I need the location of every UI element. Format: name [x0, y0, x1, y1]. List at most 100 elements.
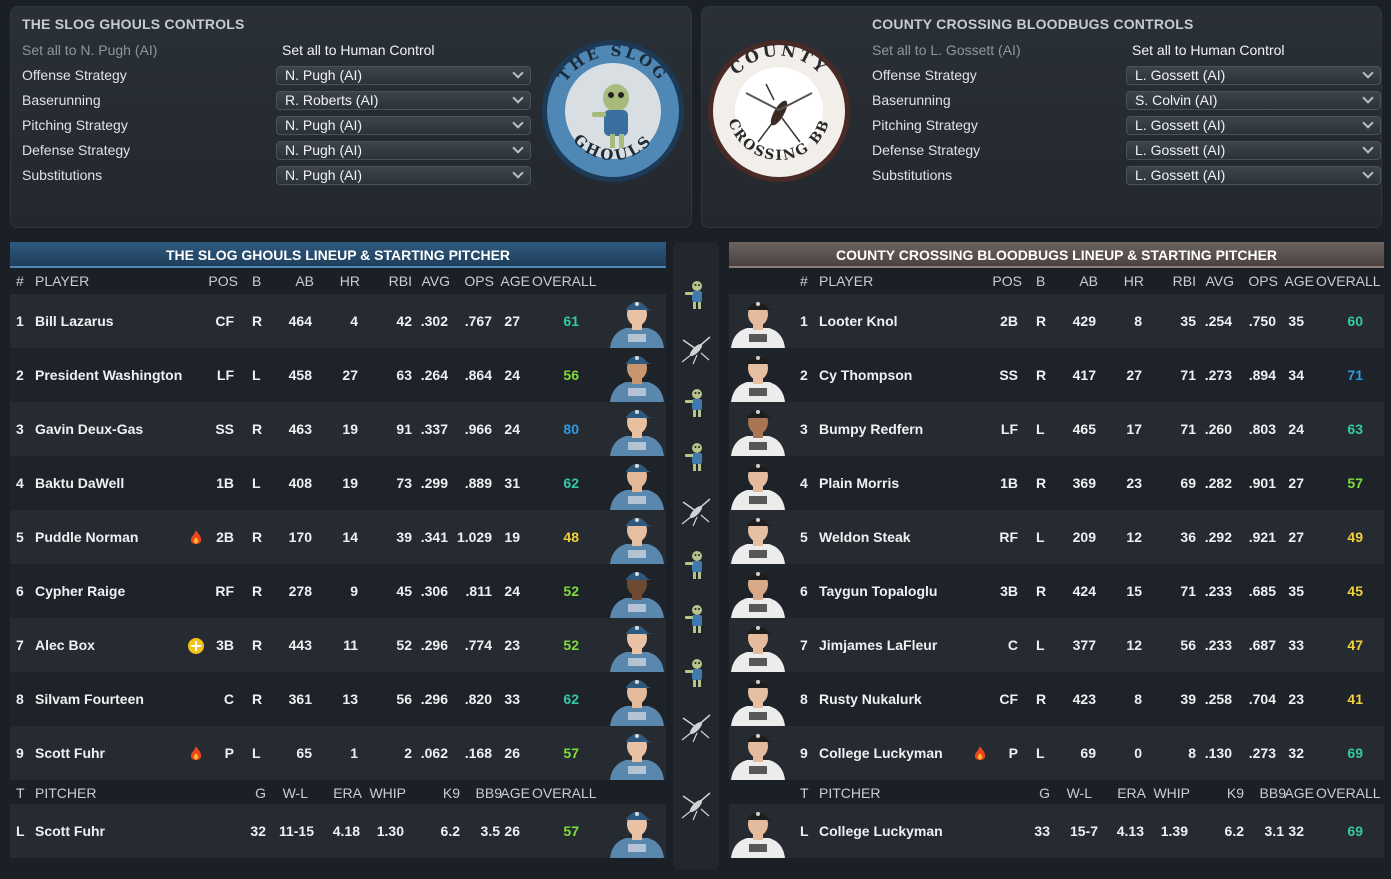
away_lineup-row-7-ab: 423 [1072, 691, 1096, 707]
table-row[interactable]: 4 Plain Morris 1B R 369 23 69 .282 .901 27 57 [729, 456, 1384, 510]
home_lineup-row-5-b: R [252, 583, 263, 599]
table-row[interactable]: 4 Baktu DaWell 1B L 408 19 73 .299 .889 31 62 [10, 456, 666, 510]
away_lineup-pitcher-header-whip[interactable]: WHIP [1150, 780, 1190, 806]
away_lineup-pitcher-header-t[interactable]: T [800, 780, 814, 806]
table-row[interactable]: 5 Weldon Steak RF L 209 12 36 .292 .921 27 49 [729, 510, 1384, 564]
away_lineup-pitcher-header-k9[interactable]: K9 [1214, 780, 1244, 806]
home_lineup-pitcher-header-t[interactable]: T [16, 780, 30, 806]
away_lineup-row-1-name: Cy Thompson [819, 367, 913, 383]
home_lineup-header-b[interactable]: B [252, 268, 266, 294]
table-row[interactable]: 1 Looter Knol 2B R 429 8 35 .254 .750 35 60 [729, 294, 1384, 348]
table-row[interactable]: 8 Rusty Nukalurk CF R 423 8 39 .258 .704 23 41 [729, 672, 1384, 726]
away_lineup-header-hr[interactable]: HR [1122, 268, 1144, 294]
home_lineup-pitcher-header-g[interactable]: G [248, 780, 266, 806]
home-set-all-human-button[interactable]: Set all to Human Control [282, 42, 435, 58]
away-set-all-ai-button[interactable]: Set all to L. Gossett (AI) [872, 42, 1021, 58]
away_controls-dropdown-0[interactable]: L. Gossett (AI) [1126, 66, 1381, 85]
home_lineup-header-hr[interactable]: HR [338, 268, 360, 294]
home_lineup-pitcher-row[interactable]: L Scott Fuhr 32 11-15 4.18 1.30 6.2 3.5 26 57 [10, 804, 666, 858]
away_lineup-row-0-avg: .254 [1204, 313, 1232, 329]
away_lineup-header-player[interactable]: PLAYER [819, 268, 899, 294]
ghoul-icon [679, 548, 713, 582]
home_lineup-row-3-pos: 1B [216, 475, 234, 491]
home_controls-dropdown-3[interactable]: N. Pugh (AI) [276, 141, 531, 160]
home_lineup-header-player[interactable]: PLAYER [35, 268, 115, 294]
away_lineup-row-2-age: 24 [1288, 421, 1304, 437]
home_lineup-header-ab[interactable]: AB [282, 268, 314, 294]
home-controls-title: THE SLOG GHOULS CONTROLS [22, 16, 245, 32]
away_lineup-pitcher-header-era[interactable]: ERA [1112, 780, 1146, 806]
table-row[interactable]: 3 Gavin Deux-Gas SS R 463 19 91 .337 .966 24 80 [10, 402, 666, 456]
away_lineup-pitcher-header-wl[interactable]: W-L [1062, 780, 1092, 806]
fire-icon [974, 746, 986, 762]
away_lineup-header-avg[interactable]: AVG [1198, 268, 1234, 294]
home_lineup-pitcher-header-era[interactable]: ERA [328, 780, 362, 806]
home_controls-dropdown-4[interactable]: N. Pugh (AI) [276, 166, 531, 185]
home_lineup-header-age[interactable]: AGE [496, 268, 530, 294]
away_lineup-pitcher-header-overall[interactable]: OVERALL [1316, 780, 1381, 806]
away_lineup-pitcher-overall: 69 [1347, 823, 1363, 839]
table-row[interactable]: 8 Silvam Fourteen C R 361 13 56 .296 .820 33 62 [10, 672, 666, 726]
home_lineup-pitcher-age: 26 [504, 823, 520, 839]
away_lineup-header-ops[interactable]: OPS [1242, 268, 1278, 294]
home_lineup-pitcher-header-k9[interactable]: K9 [430, 780, 460, 806]
home_lineup-pitcher-overall: 57 [563, 823, 579, 839]
table-row[interactable]: 2 President Washington LF L 458 27 63 .264 .864 2… [10, 348, 666, 402]
home_lineup-pitcher-header-overall[interactable]: OVERALL [532, 780, 597, 806]
away_lineup-row-2-avg: .260 [1204, 421, 1232, 437]
away_controls-label-0: Offense Strategy [872, 67, 977, 83]
table-row[interactable]: 2 Cy Thompson SS R 417 27 71 .273 .894 34 71 [729, 348, 1384, 402]
away_lineup-header-age[interactable]: AGE [1280, 268, 1314, 294]
home_controls-dropdown-2[interactable]: N. Pugh (AI) [276, 116, 531, 135]
table-row[interactable]: 1 Bill Lazarus CF R 464 4 42 .302 .767 27 61 [10, 294, 666, 348]
table-row[interactable]: 3 Bumpy Redfern LF L 465 17 71 .260 .803 24 63 [729, 402, 1384, 456]
home_lineup-row-4-hr: 14 [342, 529, 358, 545]
home_lineup-row-2-rbi: 91 [396, 421, 412, 437]
home_controls-dropdown-1[interactable]: R. Roberts (AI) [276, 91, 531, 110]
home_controls-dropdown-0[interactable]: N. Pugh (AI) [276, 66, 531, 85]
home_lineup-pitcher-header-pitcher[interactable]: PITCHER [35, 780, 115, 806]
away-set-all-human-button[interactable]: Set all to Human Control [1132, 42, 1285, 58]
away_lineup-header-overall[interactable]: OVERALL [1316, 268, 1381, 294]
away_lineup-row-2-ab: 465 [1072, 421, 1096, 437]
home_lineup-header-ops[interactable]: OPS [458, 268, 494, 294]
away_lineup-header-pos[interactable]: POS [990, 268, 1022, 294]
away_lineup-header-rbi[interactable]: RBI [1164, 268, 1196, 294]
home_lineup-pitcher-header-age[interactable]: AGE [496, 780, 530, 806]
away_controls-dropdown-1[interactable]: S. Colvin (AI) [1126, 91, 1381, 110]
home_lineup-header-overall[interactable]: OVERALL [532, 268, 597, 294]
away_lineup-pitcher-row[interactable]: L College Luckyman 33 15-7 4.13 1.39 6.2 3.1 32 6… [729, 804, 1384, 858]
table-row[interactable]: 6 Cypher Raige RF R 278 9 45 .306 .811 24 52 [10, 564, 666, 618]
home-set-all-ai-button[interactable]: Set all to N. Pugh (AI) [22, 42, 157, 58]
home_lineup-pitcher-wl: 11-15 [278, 823, 314, 839]
away_controls-dropdown-2[interactable]: L. Gossett (AI) [1126, 116, 1381, 135]
home_lineup-header-rbi[interactable]: RBI [380, 268, 412, 294]
table-row[interactable]: 5 Puddle Norman 2B R 170 14 39 .341 1.029 19 48 [10, 510, 666, 564]
away_controls-dropdown-4[interactable]: L. Gossett (AI) [1126, 166, 1381, 185]
away_lineup-row-5-b: R [1036, 583, 1047, 599]
player-portrait [729, 296, 787, 348]
table-row[interactable]: 9 College Luckyman P L 69 0 8 .130 .273 32 69 [729, 726, 1384, 780]
table-row[interactable]: 7 Jimjames LaFleur C L 377 12 56 .233 .687 33 47 [729, 618, 1384, 672]
table-row[interactable]: 6 Taygun Topaloglu 3B R 424 15 71 .233 .685 35 45 [729, 564, 1384, 618]
away_lineup-row-6-b: L [1036, 637, 1045, 653]
away_lineup-row-6-name: Jimjames LaFleur [819, 637, 938, 653]
home_lineup-pitcher-header-wl[interactable]: W-L [278, 780, 308, 806]
table-row[interactable]: 9 Scott Fuhr P L 65 1 2 .062 .168 26 57 [10, 726, 666, 780]
home_lineup-header-pos[interactable]: POS [206, 268, 238, 294]
away_lineup-header-num[interactable]: # [800, 268, 814, 294]
away_lineup-pitcher-header-age[interactable]: AGE [1280, 780, 1314, 806]
away_lineup-header-ab[interactable]: AB [1066, 268, 1098, 294]
away_lineup-pitcher-header-pitcher[interactable]: PITCHER [819, 780, 899, 806]
away_controls-label-4: Substitutions [872, 167, 953, 183]
home_lineup-row-3-overall: 62 [563, 475, 579, 491]
away_lineup-pitcher-header-g[interactable]: G [1032, 780, 1050, 806]
table-row[interactable]: 7 Alec Box 3B R 443 11 52 .296 .774 23 52 [10, 618, 666, 672]
home_lineup-header-avg[interactable]: AVG [414, 268, 450, 294]
home_controls-dropdown-value-2: N. Pugh (AI) [285, 117, 363, 133]
home_lineup-header: # PLAYER POS B AB HR RBI AVG OPS AGE OVERALL [10, 268, 666, 294]
home_lineup-pitcher-header-whip[interactable]: WHIP [366, 780, 406, 806]
away_lineup-header-b[interactable]: B [1036, 268, 1050, 294]
home_lineup-header-num[interactable]: # [16, 268, 30, 294]
away_controls-dropdown-3[interactable]: L. Gossett (AI) [1126, 141, 1381, 160]
